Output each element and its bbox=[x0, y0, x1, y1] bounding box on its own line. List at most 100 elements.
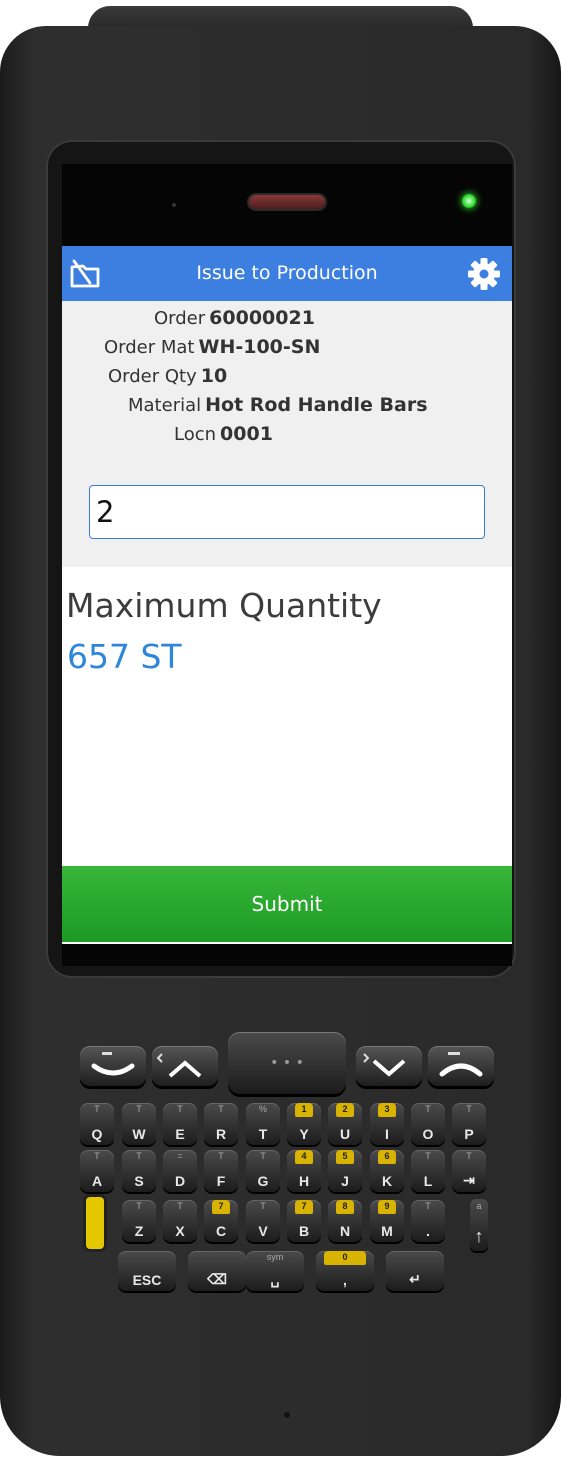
call-key[interactable] bbox=[80, 1046, 146, 1086]
key-4[interactable]: ↵ bbox=[386, 1251, 444, 1291]
key-9[interactable]: T ⇥ bbox=[452, 1150, 486, 1192]
key-main-label: F bbox=[216, 1173, 226, 1189]
end-call-key[interactable] bbox=[428, 1046, 494, 1086]
key-2[interactable]: TE bbox=[163, 1103, 197, 1145]
detail-label: Order Mat bbox=[104, 337, 195, 358]
key-0[interactable]: TZ bbox=[122, 1200, 156, 1242]
detail-label: Order bbox=[154, 308, 206, 329]
key-alt-label: 1 bbox=[301, 1104, 307, 1114]
microphone-hole bbox=[284, 1412, 290, 1418]
key-main-label: Y bbox=[299, 1126, 309, 1142]
key-2[interactable]: = D bbox=[163, 1150, 197, 1192]
key-3[interactable]: TR bbox=[204, 1103, 238, 1145]
key-main-label: . bbox=[426, 1223, 430, 1239]
speaker-grille bbox=[249, 195, 325, 209]
key-6[interactable]: 2U bbox=[328, 1103, 362, 1145]
detail-value: 60000021 bbox=[209, 307, 315, 329]
handheld-device: Issue to Production Order 60000021 Order… bbox=[0, 0, 561, 1460]
key-main-label: K bbox=[381, 1173, 393, 1189]
key-main-label: ␣ bbox=[270, 1271, 280, 1287]
max-quantity-value: 657 ST bbox=[67, 637, 182, 676]
key-1[interactable]: TX bbox=[163, 1200, 197, 1242]
key-8[interactable]: TL bbox=[411, 1150, 445, 1192]
key-2[interactable]: 7C bbox=[204, 1200, 238, 1242]
key-main-label: G bbox=[257, 1173, 269, 1189]
detail-value: 10 bbox=[200, 365, 228, 387]
key-1[interactable]: TS bbox=[122, 1150, 156, 1192]
key-main-label: ESC bbox=[132, 1272, 162, 1288]
key-main-label: O bbox=[422, 1126, 434, 1142]
detail-locn: Locn 0001 bbox=[174, 423, 273, 449]
key-4[interactable]: TG bbox=[246, 1150, 280, 1192]
key-alt-label: T bbox=[136, 1151, 142, 1161]
key-5[interactable]: 4H bbox=[287, 1150, 321, 1192]
gear-icon[interactable] bbox=[466, 256, 502, 292]
key-6[interactable]: 5J bbox=[328, 1150, 362, 1192]
detail-label: Order Qty bbox=[108, 366, 197, 387]
key-3[interactable]: 0, bbox=[316, 1251, 374, 1291]
app-header: Issue to Production bbox=[62, 246, 512, 301]
nav-down-key[interactable] bbox=[356, 1046, 422, 1086]
key-alt-label: 2 bbox=[342, 1104, 348, 1114]
key-main-label: ⇥ bbox=[463, 1172, 475, 1188]
key-alt-label: % bbox=[258, 1104, 267, 1114]
key-7[interactable]: 6K bbox=[370, 1150, 404, 1192]
key-main-label: L bbox=[423, 1173, 433, 1189]
key-6[interactable]: 9M bbox=[370, 1200, 404, 1242]
key-alt-label: 9 bbox=[384, 1201, 390, 1211]
key-main-label: U bbox=[339, 1126, 351, 1142]
key-alt-label: T bbox=[136, 1104, 142, 1114]
key-8[interactable]: TO bbox=[411, 1103, 445, 1145]
key-alt-label: T bbox=[466, 1151, 472, 1161]
key-main-label: ↵ bbox=[409, 1271, 421, 1287]
key-main-label: B bbox=[298, 1223, 310, 1239]
quantity-input[interactable]: 2 bbox=[89, 485, 485, 539]
key-alt-label: T bbox=[425, 1151, 431, 1161]
key-main-label: D bbox=[174, 1173, 186, 1189]
key-alt-label: T bbox=[425, 1201, 431, 1211]
yellow-function-key[interactable] bbox=[86, 1197, 104, 1249]
key-1[interactable]: TW bbox=[122, 1103, 156, 1145]
key-2[interactable]: sym ␣ bbox=[246, 1251, 304, 1291]
key-main-label: V bbox=[258, 1223, 268, 1239]
shift-key-label: ↑ bbox=[474, 1226, 484, 1246]
screen-bottom-glass bbox=[62, 944, 512, 966]
key-7[interactable]: 3I bbox=[370, 1103, 404, 1145]
max-quantity-label: Maximum Quantity bbox=[66, 586, 382, 625]
key-main-label: N bbox=[339, 1223, 351, 1239]
key-main-label: S bbox=[134, 1173, 144, 1189]
key-5[interactable]: 8N bbox=[328, 1200, 362, 1242]
phone-hangup-icon bbox=[439, 1052, 483, 1077]
key-main-label: , bbox=[343, 1272, 347, 1288]
key-alt-label: = bbox=[177, 1151, 183, 1161]
key-7[interactable]: T. bbox=[411, 1200, 445, 1242]
key-1[interactable]: ⌫ bbox=[188, 1251, 246, 1291]
detail-value: WH-100-SN bbox=[198, 336, 321, 358]
detail-order: Order 60000021 bbox=[154, 307, 315, 333]
submit-button[interactable]: Submit bbox=[62, 866, 512, 942]
detail-order-qty: Order Qty 10 bbox=[108, 365, 227, 391]
key-main-label: I bbox=[385, 1126, 389, 1142]
key-9[interactable]: TP bbox=[452, 1103, 486, 1145]
key-main-label: P bbox=[464, 1126, 474, 1142]
key-0[interactable]: ESC bbox=[118, 1251, 176, 1291]
detail-value: Hot Rod Handle Bars bbox=[205, 394, 428, 416]
key-alt-label: T bbox=[218, 1151, 224, 1161]
scan-center-key[interactable]: • • • bbox=[228, 1032, 346, 1094]
key-4[interactable]: 7B bbox=[287, 1200, 321, 1242]
front-camera bbox=[172, 203, 176, 207]
key-0[interactable]: TA bbox=[80, 1150, 114, 1192]
key-alt-label: 3 bbox=[384, 1104, 390, 1114]
key-alt-label: T bbox=[177, 1104, 183, 1114]
key-5[interactable]: 1Y bbox=[287, 1103, 321, 1145]
key-alt-label: T bbox=[177, 1201, 183, 1211]
shift-key[interactable]: a ↑ bbox=[470, 1199, 488, 1251]
key-4[interactable]: % T bbox=[246, 1103, 280, 1145]
chevron-down-icon bbox=[363, 1053, 406, 1077]
key-main-label: X bbox=[175, 1223, 185, 1239]
key-main-label: Z bbox=[134, 1223, 144, 1239]
nav-up-key[interactable] bbox=[152, 1046, 218, 1086]
key-3[interactable]: TV bbox=[246, 1200, 280, 1242]
key-3[interactable]: TF bbox=[204, 1150, 238, 1192]
key-0[interactable]: TQ bbox=[80, 1103, 114, 1145]
